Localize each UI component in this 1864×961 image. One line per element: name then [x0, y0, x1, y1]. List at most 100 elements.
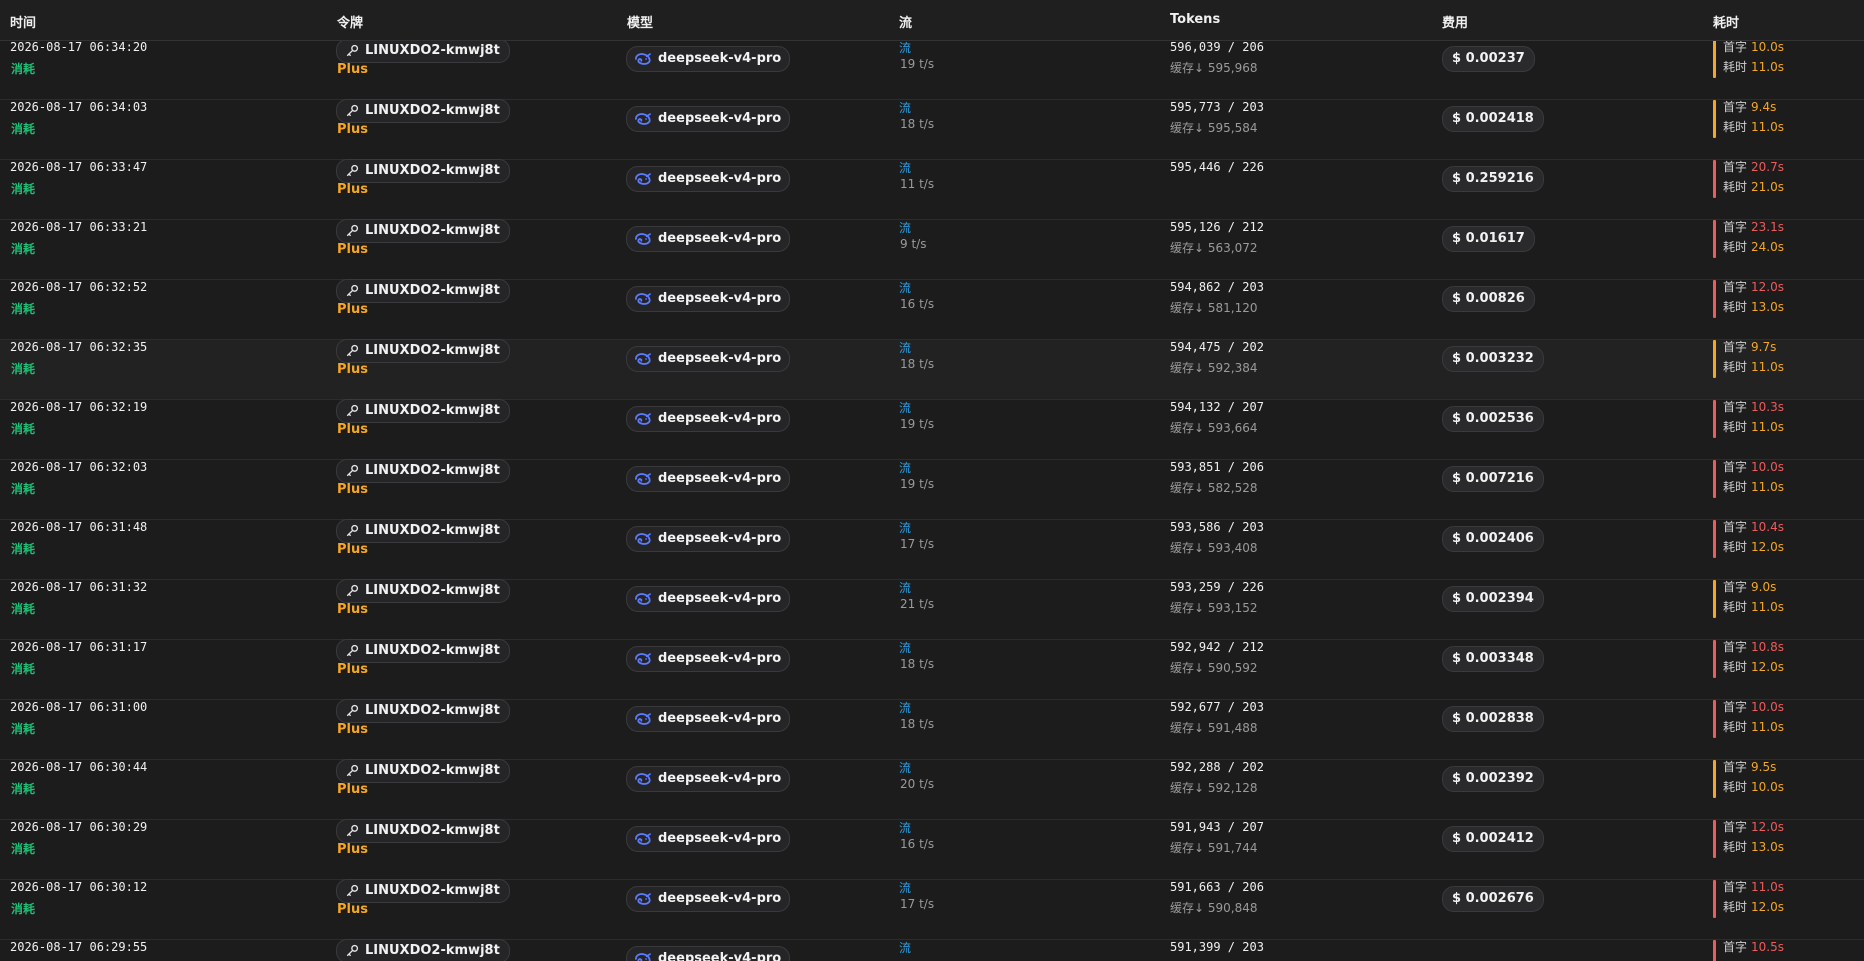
model-pill[interactable]: deepseek-v4-pro	[626, 106, 791, 132]
cache-value: 缓存↓ 591,744	[1170, 841, 1258, 855]
model-pill[interactable]: deepseek-v4-pro	[626, 706, 791, 732]
cache-value: 缓存↓ 582,528	[1170, 481, 1258, 495]
deepseek-whale-icon	[635, 953, 651, 961]
table-row[interactable]: 2026-08-17 06:30:12 消耗 LINUXDO2-kmwj8t P…	[0, 879, 1864, 940]
model-pill[interactable]: deepseek-v4-pro	[626, 46, 791, 72]
model-pill[interactable]: deepseek-v4-pro	[626, 886, 791, 912]
token-name: LINUXDO2-kmwj8t	[365, 463, 500, 478]
row-time: 2026-08-17 06:31:17	[10, 640, 148, 654]
speed-value: 19 t/s	[900, 417, 935, 431]
model-pill[interactable]: deepseek-v4-pro	[626, 826, 791, 852]
key-icon	[346, 44, 359, 57]
model-pill[interactable]: deepseek-v4-pro	[626, 406, 791, 432]
model-pill[interactable]: deepseek-v4-pro	[626, 346, 791, 372]
table-row[interactable]: 2026-08-17 06:34:03 消耗 LINUXDO2-kmwj8t P…	[0, 99, 1864, 160]
token-pill[interactable]: LINUXDO2-kmwj8t	[336, 519, 510, 543]
token-pill[interactable]: LINUXDO2-kmwj8t	[336, 339, 510, 363]
table-row[interactable]: 2026-08-17 06:31:32 消耗 LINUXDO2-kmwj8t P…	[0, 579, 1864, 640]
column-header-cost[interactable]: 费用	[1442, 12, 1468, 31]
token-pill[interactable]: LINUXDO2-kmwj8t	[336, 399, 510, 423]
token-pill[interactable]: LINUXDO2-kmwj8t	[336, 99, 510, 123]
token-name: LINUXDO2-kmwj8t	[365, 643, 500, 658]
model-pill[interactable]: deepseek-v4-pro	[626, 586, 791, 612]
table-row[interactable]: 2026-08-17 06:29:55 消耗 LINUXDO2-kmwj8t P…	[0, 939, 1864, 961]
model-pill[interactable]: deepseek-v4-pro	[626, 646, 791, 672]
model-name: deepseek-v4-pro	[658, 831, 782, 846]
token-pill[interactable]: LINUXDO2-kmwj8t	[336, 459, 510, 483]
flow-label: 流	[899, 101, 912, 115]
model-pill[interactable]: deepseek-v4-pro	[626, 466, 791, 492]
cache-value: 缓存↓ 592,128	[1170, 781, 1258, 795]
first-token-latency: 首字 10.3s	[1723, 400, 1784, 414]
model-pill[interactable]: deepseek-v4-pro	[626, 526, 791, 552]
speed-value: 16 t/s	[900, 297, 935, 311]
flow-label: 流	[899, 881, 912, 895]
token-pill[interactable]: LINUXDO2-kmwj8t	[336, 819, 510, 843]
table-row[interactable]: 2026-08-17 06:30:29 消耗 LINUXDO2-kmwj8t P…	[0, 819, 1864, 880]
model-name: deepseek-v4-pro	[658, 51, 782, 66]
group-label: Plus	[337, 122, 368, 137]
column-header-token[interactable]: 令牌	[337, 12, 363, 31]
deepseek-whale-icon	[635, 653, 651, 665]
cost-badge: $ 0.00826	[1442, 286, 1535, 312]
row-type-label: 消耗	[11, 482, 36, 496]
token-pill[interactable]: LINUXDO2-kmwj8t	[336, 279, 510, 303]
cost-badge: $ 0.002406	[1442, 526, 1544, 552]
token-pill[interactable]: LINUXDO2-kmwj8t	[336, 879, 510, 903]
deepseek-whale-icon	[635, 353, 651, 365]
column-header-time[interactable]: 时间	[10, 12, 36, 31]
token-pill[interactable]: LINUXDO2-kmwj8t	[336, 39, 510, 63]
token-pill[interactable]: LINUXDO2-kmwj8t	[336, 219, 510, 243]
token-counts: 592,288 / 202	[1170, 760, 1264, 774]
table-row[interactable]: 2026-08-17 06:31:48 消耗 LINUXDO2-kmwj8t P…	[0, 519, 1864, 580]
token-name: LINUXDO2-kmwj8t	[365, 283, 500, 298]
model-pill[interactable]: deepseek-v4-pro	[626, 946, 791, 961]
model-pill[interactable]: deepseek-v4-pro	[626, 766, 791, 792]
token-pill[interactable]: LINUXDO2-kmwj8t	[336, 759, 510, 783]
column-header-tokens[interactable]: Tokens	[1170, 12, 1220, 27]
first-token-latency: 首字 10.0s	[1723, 700, 1784, 714]
token-pill[interactable]: LINUXDO2-kmwj8t	[336, 639, 510, 663]
first-token-latency: 首字 9.7s	[1723, 340, 1777, 354]
table-row[interactable]: 2026-08-17 06:31:17 消耗 LINUXDO2-kmwj8t P…	[0, 639, 1864, 700]
total-latency: 耗时 10.0s	[1723, 780, 1784, 794]
table-row[interactable]: 2026-08-17 06:32:03 消耗 LINUXDO2-kmwj8t P…	[0, 459, 1864, 520]
model-pill[interactable]: deepseek-v4-pro	[626, 166, 791, 192]
cost-badge: $ 0.002412	[1442, 826, 1544, 852]
model-name: deepseek-v4-pro	[658, 531, 782, 546]
latency-indicator-bar	[1713, 520, 1716, 558]
column-header-model[interactable]: 模型	[627, 12, 653, 31]
table-row[interactable]: 2026-08-17 06:32:19 消耗 LINUXDO2-kmwj8t P…	[0, 399, 1864, 460]
speed-value: 19 t/s	[900, 477, 935, 491]
token-pill[interactable]: LINUXDO2-kmwj8t	[336, 699, 510, 723]
model-name: deepseek-v4-pro	[658, 231, 782, 246]
key-icon	[346, 884, 359, 897]
cost-badge: $ 0.002536	[1442, 406, 1544, 432]
model-pill[interactable]: deepseek-v4-pro	[626, 226, 791, 252]
total-latency: 耗时 12.0s	[1723, 900, 1784, 914]
model-name: deepseek-v4-pro	[658, 171, 782, 186]
row-time: 2026-08-17 06:30:29	[10, 820, 148, 834]
column-header-flow[interactable]: 流	[899, 12, 912, 31]
table-row[interactable]: 2026-08-17 06:33:47 消耗 LINUXDO2-kmwj8t P…	[0, 159, 1864, 220]
table-row[interactable]: 2026-08-17 06:31:00 消耗 LINUXDO2-kmwj8t P…	[0, 699, 1864, 760]
table-row[interactable]: 2026-08-17 06:32:35 消耗 LINUXDO2-kmwj8t P…	[0, 339, 1864, 400]
table-row[interactable]: 2026-08-17 06:33:21 消耗 LINUXDO2-kmwj8t P…	[0, 219, 1864, 280]
table-row[interactable]: 2026-08-17 06:32:52 消耗 LINUXDO2-kmwj8t P…	[0, 279, 1864, 340]
cost-badge: $ 0.003348	[1442, 646, 1544, 672]
row-time: 2026-08-17 06:31:48	[10, 520, 148, 534]
token-counts: 594,132 / 207	[1170, 400, 1264, 414]
table-row[interactable]: 2026-08-17 06:30:44 消耗 LINUXDO2-kmwj8t P…	[0, 759, 1864, 820]
token-pill[interactable]: LINUXDO2-kmwj8t	[336, 159, 510, 183]
token-pill[interactable]: LINUXDO2-kmwj8t	[336, 579, 510, 603]
table-row[interactable]: 2026-08-17 06:34:20 消耗 LINUXDO2-kmwj8t P…	[0, 39, 1864, 100]
row-time: 2026-08-17 06:31:32	[10, 580, 148, 594]
token-pill[interactable]: LINUXDO2-kmwj8t	[336, 939, 510, 961]
speed-value: 18 t/s	[900, 717, 935, 731]
column-header-elapsed[interactable]: 耗时	[1713, 12, 1739, 31]
row-time: 2026-08-17 06:32:03	[10, 460, 148, 474]
row-type-label: 消耗	[11, 722, 36, 736]
token-counts: 591,943 / 207	[1170, 820, 1264, 834]
group-label: Plus	[337, 302, 368, 317]
model-pill[interactable]: deepseek-v4-pro	[626, 286, 791, 312]
